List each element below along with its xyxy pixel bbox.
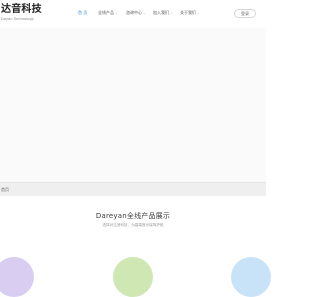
nav-item-label: 关于我们 (180, 10, 196, 15)
product-thumb-circle[interactable] (113, 257, 153, 297)
logo[interactable]: 达音科技 Dayan Technology (0, 4, 50, 24)
nav-item-label: 全线产品 (98, 10, 114, 15)
logo-text-cn: 达音科技 (1, 4, 42, 15)
nav-item-news[interactable]: 咨询中心⌄ (126, 10, 146, 16)
login-button[interactable]: 登录 (234, 9, 256, 18)
section-title: Dareyan全线产品展示 (95, 212, 171, 220)
chevron-down-icon: ⌄ (115, 11, 118, 15)
hero-banner (0, 28, 266, 182)
section-subtitle: 选择对达音科技，为高端音乐保驾护航 (102, 223, 164, 227)
logo-text-en: Dayan Technology (1, 17, 34, 21)
product-thumb-circle[interactable] (231, 257, 271, 297)
nav-item-about[interactable]: 关于我们⌄ (180, 10, 200, 16)
site-header: 达音科技 Dayan Technology 首 页 全线产品⌄ 咨询中心⌄ 加入… (0, 0, 266, 28)
breadcrumb-home-link[interactable]: 首页 (1, 187, 9, 193)
nav-item-products[interactable]: 全线产品⌄ (98, 10, 118, 16)
breadcrumb: 首页 (0, 182, 266, 196)
nav-item-home[interactable]: 首 页 (78, 10, 87, 16)
chevron-down-icon: ⌄ (143, 11, 146, 15)
nav-item-label: 咨询中心 (126, 10, 142, 15)
nav-item-label: 首 页 (78, 10, 88, 15)
nav-item-label: 加入我们 (153, 10, 169, 15)
chevron-down-icon: ⌄ (170, 11, 173, 15)
nav-item-join[interactable]: 加入我们⌄ (153, 10, 173, 16)
chevron-down-icon: ⌄ (197, 11, 200, 15)
product-thumb-circle[interactable] (0, 257, 34, 297)
